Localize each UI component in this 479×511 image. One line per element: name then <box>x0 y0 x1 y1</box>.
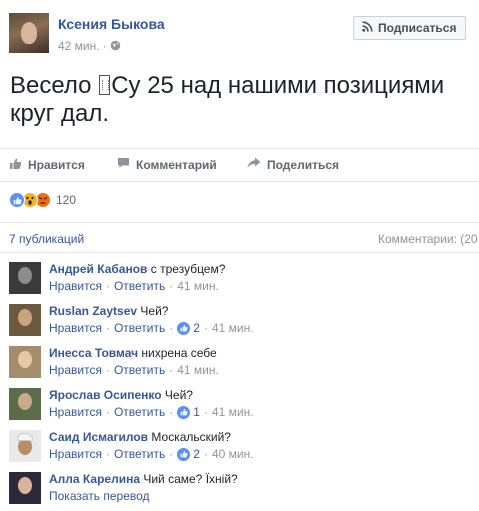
like-reaction-icon <box>9 192 25 208</box>
post-header: Ксения Быкова 42 мин. · Подписаться <box>9 13 479 57</box>
action-bar: Нравится Комментарий Поделиться <box>0 152 479 178</box>
commenter-avatar[interactable] <box>9 346 41 378</box>
comment-footer: Нравится · Ответить · 2 · 40 мин. <box>49 447 254 461</box>
comment-like-count[interactable]: 2 <box>193 447 200 461</box>
comment-like-link[interactable]: Нравится <box>49 321 102 335</box>
commenter-name[interactable]: Инесса Товмач <box>49 346 138 360</box>
comment-like-count[interactable]: 1 <box>193 405 200 419</box>
like-action-label: Нравится <box>28 158 85 172</box>
commenter-avatar[interactable] <box>9 472 41 504</box>
share-icon <box>247 157 261 172</box>
commenter-avatar[interactable] <box>9 430 41 462</box>
comment-like-link[interactable]: Нравится <box>49 279 102 293</box>
comment-time[interactable]: 41 мин. <box>212 321 254 335</box>
comment-footer: Показать перевод <box>49 489 150 503</box>
comment-reply-link[interactable]: Ответить <box>114 279 165 293</box>
post-time[interactable]: 42 мин. <box>58 39 100 53</box>
comment-footer: Нравится · Ответить · 2 · 41 мин. <box>49 321 254 335</box>
shares-count-link[interactable]: 7 публикаций <box>9 232 84 246</box>
comment-body: Саид Исмагилов Москальский? <box>49 430 231 444</box>
comment-like-count[interactable]: 2 <box>193 321 200 335</box>
subscribe-label: Подписаться <box>378 21 457 35</box>
share-action-button[interactable]: Поделиться <box>247 157 339 172</box>
comment-body: Ярослав Осипенко Чей? <box>49 388 193 402</box>
divider <box>0 148 479 149</box>
comment-item: Саид Исмагилов Москальский? Нравится · Отв… <box>0 430 479 472</box>
like-action-button[interactable]: Нравится <box>9 157 85 173</box>
comment-text: Чий саме? Їхній? <box>143 472 238 486</box>
commenter-name[interactable]: Ярослав Осипенко <box>49 388 162 402</box>
post-meta: 42 мин. · <box>58 39 121 54</box>
comment-footer: Нравится · Ответить · 41 мин. <box>49 363 219 377</box>
comment-action-label: Комментарий <box>136 157 217 172</box>
comment-like-count-icon <box>177 447 191 461</box>
comment-like-link[interactable]: Нравится <box>49 405 102 419</box>
comment-reply-link[interactable]: Ответить <box>114 447 165 461</box>
comment-time[interactable]: 41 мин. <box>177 363 219 377</box>
post-text-start: Весело <box>10 72 99 99</box>
divider <box>0 181 479 182</box>
comment-text: Москальский? <box>151 430 231 444</box>
divider <box>0 222 479 223</box>
comment-like-count-icon <box>177 321 191 335</box>
comment-text: Чей? <box>140 304 169 318</box>
reactions-count: 120 <box>56 193 77 207</box>
comment-like-link[interactable]: Нравится <box>49 363 102 377</box>
comment-text: с трезубцем? <box>150 262 226 276</box>
comment-body: Инесса Товмач нихрена себе <box>49 346 217 360</box>
comment-item: Ruslan Zaytsev Чей? Нравится · Ответить · 2 ·… <box>0 304 479 346</box>
comment-item: Ярослав Осипенко Чей? Нравится · Ответить ·… <box>0 388 479 430</box>
comment-reply-link[interactable]: Ответить <box>114 321 165 335</box>
comment-time[interactable]: 41 мин. <box>177 279 219 293</box>
rss-icon <box>362 21 373 35</box>
comment-footer: Нравится · Ответить · 41 мин. <box>49 279 219 293</box>
comment-like-link[interactable]: Нравится <box>49 447 102 461</box>
comment-reply-link[interactable]: Ответить <box>114 363 165 377</box>
commenter-avatar[interactable] <box>9 262 41 294</box>
author-name[interactable]: Ксения Быкова <box>58 16 165 32</box>
comment-time[interactable]: 40 мин. <box>212 447 254 461</box>
commenter-name[interactable]: Андрей Кабанов <box>49 262 147 276</box>
comment-item: Инесса Товмач нихрена себе Нравится · Отве… <box>0 346 479 388</box>
commenter-name[interactable]: Ruslan Zaytsev <box>49 304 137 318</box>
share-action-label: Поделиться <box>267 157 340 172</box>
comment-text: нихрена себе <box>141 346 217 360</box>
missing-glyph-icon <box>99 75 111 95</box>
commenter-avatar[interactable] <box>9 304 41 336</box>
comment-time[interactable]: 41 мин. <box>212 405 254 419</box>
reactions-summary[interactable]: 120 <box>9 191 76 209</box>
globe-icon <box>110 40 121 54</box>
commenter-name[interactable]: Саид Исмагилов <box>49 430 148 444</box>
commenter-avatar[interactable] <box>9 388 41 420</box>
comment-text: Чей? <box>164 388 193 402</box>
post-stats: 7 публикаций Комментарии: (20 <box>0 224 479 252</box>
comment-reply-link[interactable]: Ответить <box>114 405 165 419</box>
comment-body: Андрей Кабанов с трезубцем? <box>49 262 225 276</box>
show-translation-link[interactable]: Показать перевод <box>49 489 150 503</box>
post-text: Весело Су 25 над нашими позициями круг д… <box>10 72 470 128</box>
comment-item: Андрей Кабанов с трезубцем? Нравится · Отв… <box>0 262 479 304</box>
subscribe-button[interactable]: Подписаться <box>353 16 467 40</box>
comment-like-count-icon <box>177 405 191 419</box>
comment-footer: Нравится · Ответить · 1 · 41 мин. <box>49 405 254 419</box>
divider <box>0 252 479 253</box>
author-avatar[interactable] <box>9 13 49 53</box>
comment-icon <box>117 157 130 172</box>
comment-item: Алла Карелина Чий саме? Їхній? Показать … <box>0 472 479 511</box>
commenter-name[interactable]: Алла Карелина <box>49 472 140 486</box>
comment-body: Алла Карелина Чий саме? Їхній? <box>49 472 238 486</box>
comment-action-button[interactable]: Комментарий <box>117 157 217 172</box>
comments-count[interactable]: Комментарии: (20 <box>378 232 478 246</box>
thumbs-up-icon <box>9 157 22 173</box>
comment-body: Ruslan Zaytsev Чей? <box>49 304 168 318</box>
